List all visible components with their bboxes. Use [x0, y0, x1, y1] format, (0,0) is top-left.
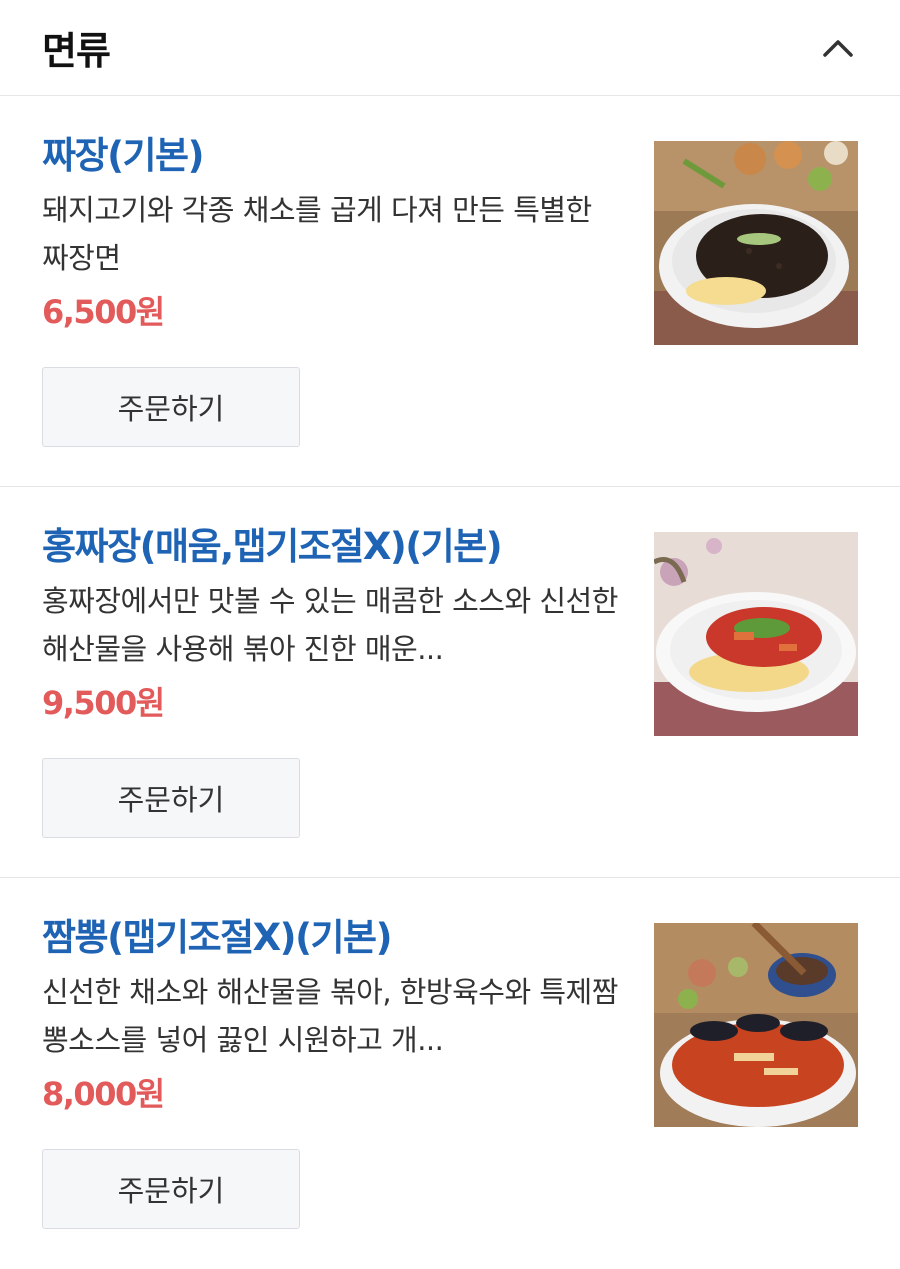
section-header[interactable]: 면류: [0, 0, 900, 96]
menu-item-name[interactable]: 짬뽕(맵기조절X)(기본): [42, 914, 622, 962]
menu-item[interactable]: 짬뽕(맵기조절X)(기본) 신선한 채소와 해산물을 볶아, 한방육수와 특제짬…: [0, 878, 900, 1269]
menu-item-info: 짬뽕(맵기조절X)(기본) 신선한 채소와 해산물을 볶아, 한방육수와 특제짬…: [42, 914, 622, 1116]
menu-item-price: 8,000원: [42, 1075, 165, 1113]
menu-item-name[interactable]: 짜장(기본): [42, 132, 622, 180]
section-title: 면류: [42, 29, 111, 73]
order-button[interactable]: 주문하기: [42, 367, 300, 447]
menu-item-image[interactable]: [654, 141, 858, 345]
menu-item[interactable]: 짜장(기본) 돼지고기와 각종 채소를 곱게 다져 만든 특별한 짜장면 6,5…: [0, 96, 900, 487]
menu-item-description: 홍짜장에서만 맛볼 수 있는 매콤한 소스와 신선한 해산물을 사용해 볶아 진…: [42, 584, 618, 666]
menu-list: 짜장(기본) 돼지고기와 각종 채소를 곱게 다져 만든 특별한 짜장면 6,5…: [0, 96, 900, 1269]
menu-item-image[interactable]: [654, 923, 858, 1127]
menu-item-name[interactable]: 홍짜장(매움,맵기조절X)(기본): [42, 523, 622, 571]
order-button[interactable]: 주문하기: [42, 758, 300, 838]
chevron-up-icon: [823, 39, 853, 57]
menu-item-description: 신선한 채소와 해산물을 볶아, 한방육수와 특제짬뽕소스를 넣어 끓인 시원하…: [42, 975, 618, 1057]
menu-item-info: 홍짜장(매움,맵기조절X)(기본) 홍짜장에서만 맛볼 수 있는 매콤한 소스와…: [42, 523, 622, 725]
menu-item[interactable]: 홍짜장(매움,맵기조절X)(기본) 홍짜장에서만 맛볼 수 있는 매콤한 소스와…: [0, 487, 900, 878]
collapse-toggle-button[interactable]: [818, 28, 858, 68]
menu-item-info: 짜장(기본) 돼지고기와 각종 채소를 곱게 다져 만든 특별한 짜장면 6,5…: [42, 132, 622, 334]
menu-item-image[interactable]: [654, 532, 858, 736]
menu-item-price: 6,500원: [42, 293, 165, 331]
menu-item-description: 돼지고기와 각종 채소를 곱게 다져 만든 특별한 짜장면: [42, 193, 592, 275]
menu-item-price: 9,500원: [42, 684, 165, 722]
order-button[interactable]: 주문하기: [42, 1149, 300, 1229]
